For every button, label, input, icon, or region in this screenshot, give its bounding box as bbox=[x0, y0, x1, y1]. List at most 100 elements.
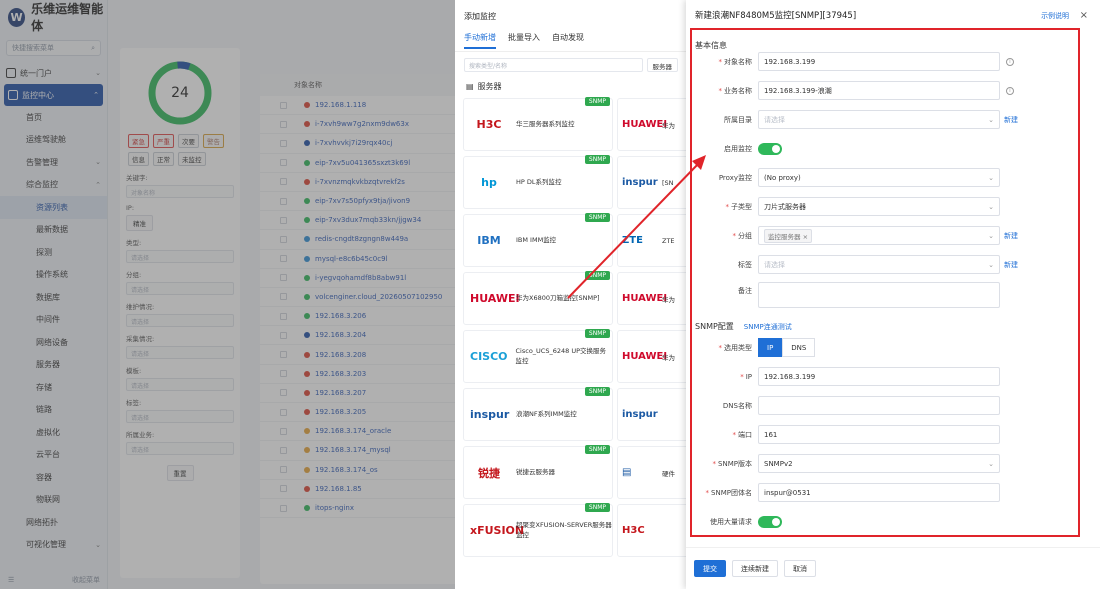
chevron-down-icon: ⌄ bbox=[988, 260, 994, 269]
vendor-logo: inspur bbox=[622, 177, 658, 188]
enable-monitor-toggle[interactable] bbox=[758, 142, 782, 155]
new-catalog-link[interactable]: 新建 bbox=[1004, 115, 1018, 125]
object-name-input[interactable]: 192.168.3.199 bbox=[758, 52, 1000, 71]
dns-input[interactable] bbox=[758, 396, 1000, 415]
snmp-badge: SNMP bbox=[584, 387, 610, 396]
vendor-logo: HUAWEI bbox=[622, 293, 668, 304]
vendor-logo: ZTE bbox=[622, 235, 643, 246]
row-remark: 备注 bbox=[686, 282, 1100, 310]
business-name-input[interactable]: 192.168.3.199-浪潮 bbox=[758, 81, 1000, 100]
snmp-badge: SNMP bbox=[584, 213, 610, 222]
subtype-select[interactable]: 刀片式服务器 ⌄ bbox=[758, 197, 1000, 216]
tab-manual-add[interactable]: 手动新增 bbox=[464, 32, 496, 49]
template-name: HP DL系列监控 bbox=[516, 177, 562, 186]
row-object-name: * 对象名称 192.168.3.199 i bbox=[686, 52, 1100, 71]
template-card[interactable]: SNMP 锐捷 锐捷云服务器 bbox=[463, 445, 613, 499]
template-card[interactable]: HUAWEI 华为 bbox=[617, 98, 697, 151]
port-input[interactable]: 161 bbox=[758, 425, 1000, 444]
template-card[interactable]: inspur [SN bbox=[617, 156, 697, 209]
section-label: 服务器 bbox=[477, 81, 502, 91]
row-catalog: 所属目录 请选择 ⌄ 新建 bbox=[686, 110, 1100, 129]
business-name-label: 业务名称 bbox=[724, 86, 752, 95]
row-business-name: * 业务名称 192.168.3.199-浪潮 i bbox=[686, 81, 1100, 100]
snmp-badge: SNMP bbox=[584, 445, 610, 454]
template-card[interactable]: ▤ 硬件 bbox=[617, 446, 697, 499]
snmp-version-value: SNMPv2 bbox=[764, 459, 793, 468]
chevron-down-icon: ⌄ bbox=[988, 231, 994, 240]
row-snmp-version: * SNMP版本 SNMPv2 ⌄ bbox=[686, 454, 1100, 473]
drawer-header: 新建浪潮NF8480M5监控[SNMP][37945] 示例说明 × bbox=[686, 0, 1100, 30]
template-card[interactable]: inspur bbox=[617, 388, 697, 441]
snmp-test-link[interactable]: SNMP连通测试 bbox=[744, 322, 792, 332]
drawer-title: 新建浪潮NF8480M5监控[SNMP][37945] bbox=[695, 11, 857, 21]
port-label: 端口 bbox=[738, 430, 752, 439]
template-name: 浪潮NF系列IMM监控 bbox=[516, 409, 577, 418]
server-icon: ▤ bbox=[466, 81, 474, 91]
tag-select[interactable]: 请选择 ⌄ bbox=[758, 255, 1000, 274]
template-card[interactable]: H3C bbox=[617, 504, 697, 557]
vendor-logo: ▤ bbox=[622, 467, 632, 478]
new-group-link[interactable]: 新建 bbox=[1004, 231, 1018, 241]
type-dns-option[interactable]: DNS bbox=[782, 338, 816, 357]
group-chip[interactable]: 监控服务器 × bbox=[764, 228, 813, 243]
submit-button[interactable]: 提交 bbox=[694, 560, 726, 577]
vendor-logo: inspur bbox=[622, 409, 658, 420]
type-ip-option[interactable]: IP bbox=[758, 338, 783, 357]
cancel-button[interactable]: 取消 bbox=[784, 560, 816, 577]
chevron-down-icon: ⌄ bbox=[988, 202, 994, 211]
ip-value: 192.168.3.199 bbox=[764, 372, 816, 381]
group-label: 分组 bbox=[738, 231, 752, 240]
template-card[interactable]: ZTE ZTE bbox=[617, 214, 697, 267]
new-tag-link[interactable]: 新建 bbox=[1004, 260, 1018, 270]
vendor-logo: hp bbox=[481, 176, 497, 189]
template-card[interactable]: SNMP xFUSION 超聚变XFUSION-SERVER服务器监控 bbox=[463, 503, 613, 557]
template-card[interactable]: SNMP inspur 浪潮NF系列IMM监控 bbox=[463, 387, 613, 441]
template-card[interactable]: SNMP CISCO Cisco_UCS_6248 UP交换服务监控 bbox=[463, 329, 613, 383]
template-card[interactable]: SNMP hp HP DL系列监控 bbox=[463, 155, 613, 209]
template-card[interactable]: SNMP HUAWEI 华为X6800刀箱监控[SNMP] bbox=[463, 271, 613, 325]
category-filter-button[interactable]: 服务器 bbox=[646, 58, 678, 72]
tab-batch-import[interactable]: 批量导入 bbox=[508, 32, 540, 47]
snmp-badge: SNMP bbox=[584, 329, 610, 338]
remark-textarea[interactable] bbox=[758, 282, 1000, 308]
group-select[interactable]: 监控服务器 × ⌄ bbox=[758, 226, 1000, 245]
close-icon[interactable]: × bbox=[1080, 10, 1088, 21]
monitor-form: 基本信息 * 对象名称 192.168.3.199 i * 业务名称 192.168… bbox=[686, 30, 1100, 540]
proxy-select[interactable]: (No proxy) ⌄ bbox=[758, 168, 1000, 187]
info-icon: i bbox=[1006, 86, 1014, 95]
continue-new-button[interactable]: 连续新建 bbox=[732, 560, 778, 577]
community-input[interactable]: inspur@0531 bbox=[758, 483, 1000, 502]
help-link[interactable]: 示例说明 bbox=[1041, 12, 1069, 20]
info-icon: i bbox=[1006, 57, 1014, 66]
enable-label: 启用监控 bbox=[724, 144, 752, 153]
bulk-request-toggle[interactable] bbox=[758, 515, 782, 528]
catalog-select[interactable]: 请选择 ⌄ bbox=[758, 110, 1000, 129]
row-proxy: Proxy监控 (No proxy) ⌄ bbox=[686, 168, 1100, 187]
template-name: ZTE bbox=[662, 236, 675, 245]
tag-label: 标签 bbox=[738, 260, 752, 269]
template-card[interactable]: SNMP IBM IBM IMM监控 bbox=[463, 213, 613, 267]
template-card[interactable]: HUAWEI 华为 bbox=[617, 330, 697, 383]
add-monitor-tabs: 手动新增 批量导入 自动发现 bbox=[455, 32, 687, 52]
template-name: 华为 bbox=[662, 295, 675, 304]
snmp-version-select[interactable]: SNMPv2 ⌄ bbox=[758, 454, 1000, 473]
add-monitor-title: 添加监控 bbox=[464, 11, 496, 21]
community-label: SNMP团体名 bbox=[711, 488, 752, 497]
template-card[interactable]: SNMP H3C 华三服务器系列监控 bbox=[463, 97, 613, 151]
ip-input[interactable]: 192.168.3.199 bbox=[758, 367, 1000, 386]
new-monitor-drawer: 新建浪潮NF8480M5监控[SNMP][37945] 示例说明 × 基本信息 … bbox=[686, 0, 1100, 589]
vendor-logo: HUAWEI bbox=[470, 292, 520, 305]
catalog-label: 所属目录 bbox=[724, 115, 752, 124]
template-card[interactable]: HUAWEI 华为 bbox=[617, 272, 697, 325]
catalog-placeholder: 请选择 bbox=[764, 115, 785, 124]
snmp-version-label: SNMP版本 bbox=[718, 459, 752, 468]
proxy-value: (No proxy) bbox=[764, 173, 801, 182]
dns-label: DNS名称 bbox=[722, 401, 752, 410]
snmp-section-title: SNMP配置 bbox=[695, 322, 734, 331]
type-search: 搜索类型/名称 服务器 bbox=[464, 58, 678, 72]
row-port: * 端口 161 bbox=[686, 425, 1100, 444]
vendor-logo: CISCO bbox=[470, 350, 508, 363]
type-search-input[interactable]: 搜索类型/名称 bbox=[464, 58, 643, 72]
business-name-value: 192.168.3.199-浪潮 bbox=[764, 86, 832, 95]
tab-auto-discover[interactable]: 自动发现 bbox=[552, 32, 584, 47]
